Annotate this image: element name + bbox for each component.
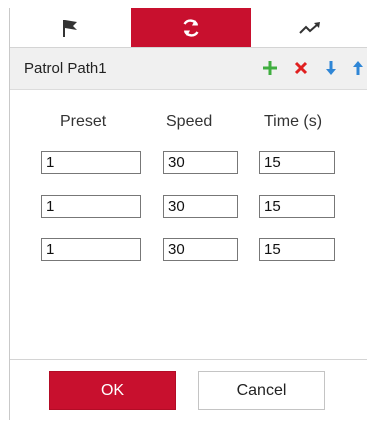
header-speed: Speed: [166, 113, 213, 130]
arrow-up-icon[interactable]: [348, 58, 367, 78]
path-header: Patrol Path1: [10, 48, 367, 90]
table-row: 1 30 15: [10, 238, 367, 262]
time-field[interactable]: 15: [259, 151, 335, 174]
table-row: 1 30 15: [10, 195, 367, 219]
table-row: 1 30 15: [10, 151, 367, 175]
time-field[interactable]: 15: [259, 238, 335, 261]
ok-button[interactable]: OK: [49, 371, 176, 410]
time-field[interactable]: 15: [259, 195, 335, 218]
speed-field[interactable]: 30: [163, 238, 238, 261]
preset-field[interactable]: 1: [41, 238, 141, 261]
header-time: Time (s): [264, 113, 323, 130]
table-header: Preset Speed Time (s): [10, 113, 367, 133]
speed-field[interactable]: 30: [163, 195, 238, 218]
delete-icon[interactable]: [291, 58, 311, 78]
path-name: Patrol Path1: [24, 60, 107, 77]
cancel-button[interactable]: Cancel: [198, 371, 325, 410]
tab-preset[interactable]: [10, 8, 130, 47]
flag-icon: [61, 18, 79, 38]
tab-bar: [10, 8, 367, 48]
tab-patrol[interactable]: [131, 8, 251, 47]
trend-arrow-icon: [298, 20, 322, 36]
preset-field[interactable]: 1: [41, 195, 141, 218]
preset-field[interactable]: 1: [41, 151, 141, 174]
refresh-cycle-icon: [180, 17, 202, 39]
arrow-down-icon[interactable]: [321, 58, 341, 78]
tab-pattern[interactable]: [252, 8, 367, 47]
header-preset: Preset: [60, 113, 107, 130]
patrol-panel: Patrol Path1 Preset Speed Time (s) 1 30 …: [9, 8, 367, 421]
add-icon[interactable]: [260, 58, 280, 78]
speed-field[interactable]: 30: [163, 151, 238, 174]
dialog-footer: OK Cancel: [10, 359, 367, 421]
